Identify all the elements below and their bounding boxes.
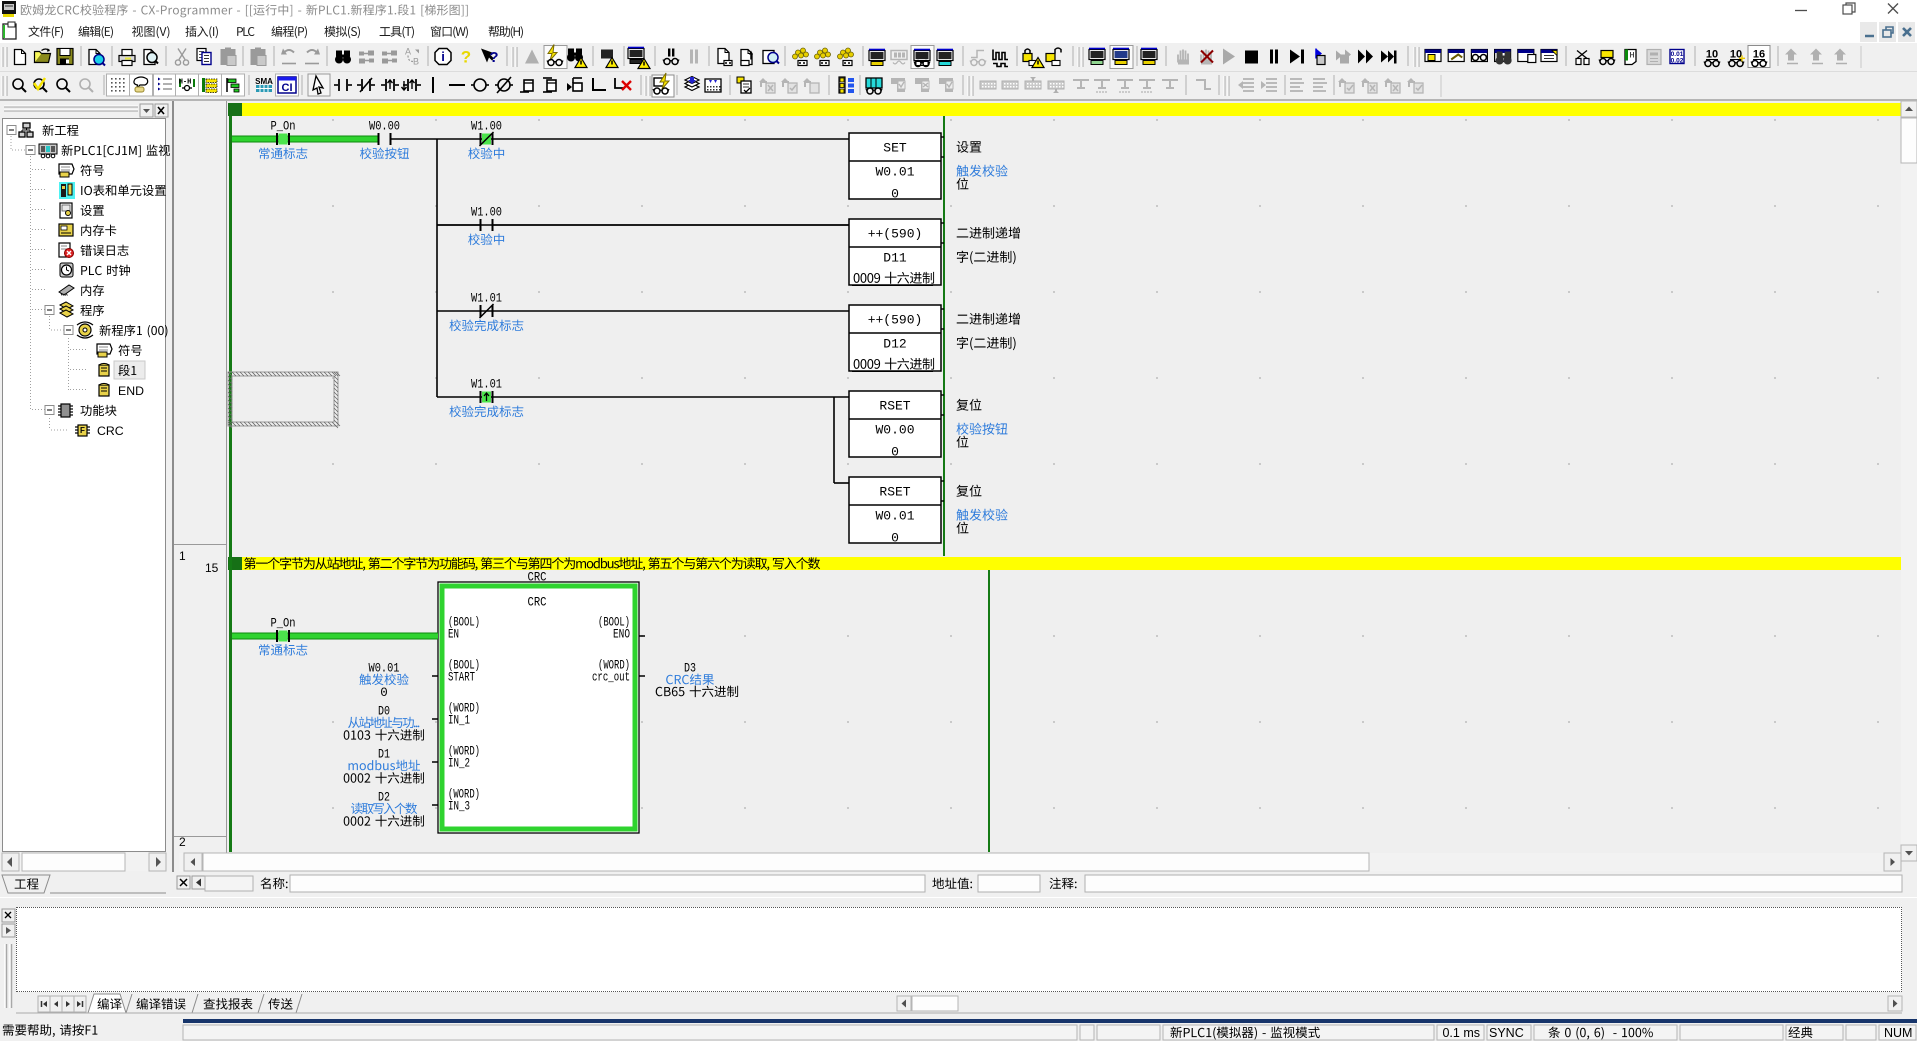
svg-text:0: 0 [891,445,899,460]
svg-text:SMA: SMA [255,77,273,86]
svg-text:NUM: NUM [1884,1026,1912,1040]
svg-text:CRC: CRC [528,595,547,609]
svg-text:W1.00: W1.00 [471,119,502,133]
svg-text:0: 0 [380,686,388,700]
svg-text:D0: D0 [378,704,390,718]
svg-text:0: 0 [891,187,899,202]
svg-text:ENO: ENO [613,627,630,641]
svg-text:RSET: RSET [879,485,910,500]
svg-text:P_On: P_On [271,119,296,133]
svg-text:W1.00: W1.00 [471,205,502,219]
svg-text:0.02: 0.02 [1671,57,1684,64]
svg-text:IN_1: IN_1 [448,713,470,727]
svg-text:END: END [118,384,144,398]
svg-text:W0.01: W0.01 [875,509,914,524]
svg-text:B: B [413,57,419,67]
svg-text:1: 1 [179,549,186,563]
svg-text:++(590): ++(590) [868,313,923,328]
svg-text:crc_out: crc_out [592,670,630,684]
svg-text:W0.00: W0.00 [875,423,914,438]
svg-text:CRC: CRC [97,424,124,438]
svg-text:SYNC: SYNC [1489,1026,1524,1040]
svg-text:D12: D12 [883,337,906,352]
svg-text:0: 0 [891,531,899,546]
svg-text:H: H [1630,51,1635,60]
svg-text:SET: SET [883,141,907,156]
svg-text:D1: D1 [378,747,390,761]
svg-text:+: + [1738,52,1745,66]
svg-text:RSET: RSET [879,399,910,414]
svg-text:W1.01: W1.01 [471,291,502,305]
svg-text:W1.01: W1.01 [471,377,502,391]
svg-text:10: 10 [1706,48,1718,60]
svg-text:0.1 ms: 0.1 ms [1442,1026,1480,1040]
svg-text:CRC: CRC [528,570,547,584]
svg-text:IN_2: IN_2 [448,756,470,770]
svg-text:15: 15 [205,561,219,575]
svg-text:2: 2 [179,835,186,849]
svg-text:?: ? [489,49,498,66]
svg-text:P_On: P_On [271,616,296,630]
svg-text:EN: EN [448,627,459,641]
svg-text:H-H: H-H [179,79,192,87]
svg-text:++(590): ++(590) [868,227,923,242]
svg-text:A: A [405,47,411,57]
svg-text:W0.01: W0.01 [369,661,400,675]
svg-text:W0.01: W0.01 [875,165,914,180]
svg-text:i: i [441,49,445,64]
svg-text:D3: D3 [684,661,696,675]
svg-text:IN_3: IN_3 [448,799,470,813]
svg-text:CI: CI [282,82,293,94]
svg-text:D2: D2 [378,790,390,804]
svg-text:?: ? [461,48,471,67]
svg-text:16: 16 [1753,48,1765,60]
svg-text:W0.00: W0.00 [369,119,400,133]
svg-text:D11: D11 [883,251,907,266]
svg-text:F: F [80,426,85,435]
svg-text:START: START [448,670,475,684]
